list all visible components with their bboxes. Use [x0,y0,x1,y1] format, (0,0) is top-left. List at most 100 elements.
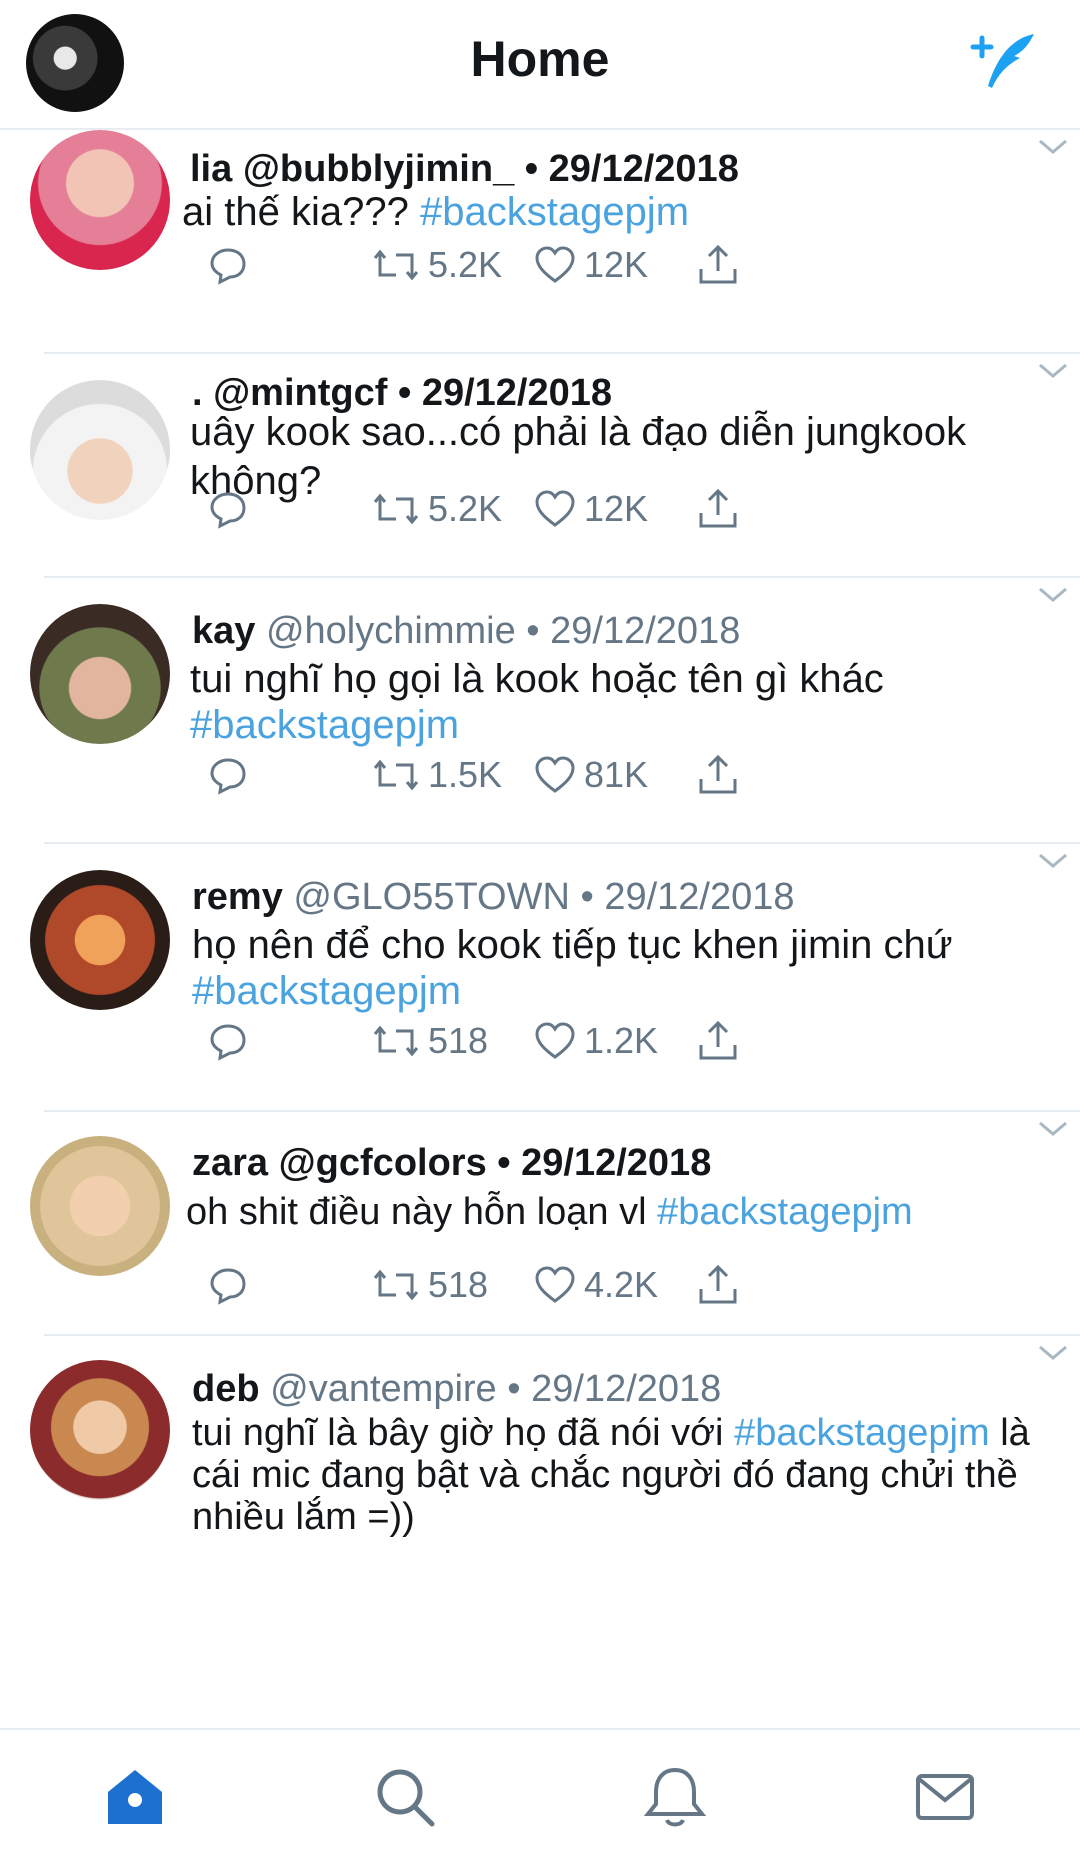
heart-icon [535,1022,575,1059]
hashtag-link[interactable]: #backstagepjm [192,969,461,1013]
heart-icon [535,756,575,793]
tweet[interactable]: . @mintgcf • 29/12/2018 uây kook sao...c… [30,354,1080,578]
like-button[interactable]: 1.2K [534,1016,658,1066]
like-button[interactable]: 12K [534,484,648,534]
share-button[interactable] [696,1016,740,1066]
tweet[interactable]: remy @GLO55TOWN • 29/12/2018 họ nên để c… [30,844,1080,1112]
avatar[interactable] [30,1360,170,1500]
tweet[interactable]: deb @vantempire • 29/12/2018 tui nghĩ là… [30,1336,1080,1538]
tweet-text: ai thế kia??? #backstagepjm [182,188,1070,237]
reply-button[interactable] [208,1260,248,1310]
like-button[interactable]: 81K [534,750,648,800]
hashtag-link[interactable]: #backstagepjm [657,1191,913,1233]
hashtag-link[interactable]: #backstagepjm [190,703,459,747]
tweet-actions: 518 4.2K [188,1260,748,1310]
share-button[interactable] [696,484,740,534]
tweet-date: • 29/12/2018 [580,876,795,918]
chevron-down-icon[interactable] [1038,138,1068,156]
compose-tweet-icon[interactable] [962,24,1042,104]
tweet-actions: 518 1.2K [188,1016,748,1066]
share-button[interactable] [696,1260,740,1310]
retweet-button[interactable]: 5.2K [372,240,502,290]
tweet-text: tui nghĩ họ gọi là kook hoặc tên gì khác… [190,656,1030,748]
heart-icon [535,490,575,527]
display-name[interactable]: lia [190,148,232,190]
display-name[interactable]: zara [192,1142,268,1184]
tweet[interactable]: lia @bubblyjimin_ • 29/12/2018 ai thế ki… [30,130,1080,354]
tweet-body: ai thế kia??? [182,190,409,234]
chevron-down-icon[interactable] [1038,1344,1068,1362]
tweet[interactable]: kay @holychimmie • 29/12/2018 tui nghĩ h… [30,578,1080,844]
retweet-icon [373,759,419,791]
share-button[interactable] [696,240,740,290]
like-count: 12K [584,488,649,529]
username[interactable]: @holychimmie [266,610,516,652]
notifications-icon[interactable] [640,1762,710,1832]
home-icon[interactable] [100,1762,170,1832]
tweet-date: • 29/12/2018 [526,610,741,652]
reply-button[interactable] [208,1016,248,1066]
page-title: Home [470,31,610,87]
display-name[interactable]: deb [192,1368,260,1410]
like-button[interactable]: 4.2K [534,1260,658,1310]
reply-icon [210,492,246,529]
tweet-header: kay @holychimmie • 29/12/2018 [192,610,740,653]
tweet[interactable]: zara @gcfcolors • 29/12/2018 oh shit điề… [30,1112,1080,1336]
tweet-actions: 1.5K 81K [188,750,748,800]
share-icon [699,1264,737,1304]
tweet-text: họ nên để cho kook tiếp tục khen jimin c… [192,922,1030,1014]
chevron-down-icon[interactable] [1038,1120,1068,1138]
tweet-header: deb @vantempire • 29/12/2018 [192,1368,721,1411]
avatar[interactable] [30,1136,170,1276]
reply-button[interactable] [208,484,248,534]
username[interactable]: @GLO55TOWN [293,876,569,918]
retweet-button[interactable]: 518 [372,1016,488,1066]
chevron-down-icon[interactable] [1038,852,1068,870]
tweet-text: tui nghĩ là bây giờ họ đã nói với #backs… [192,1412,1070,1538]
retweet-icon [373,1025,419,1057]
avatar[interactable] [30,870,170,1010]
share-icon [699,244,737,284]
retweet-button[interactable]: 1.5K [372,750,502,800]
username[interactable]: @bubblyjimin_ [243,148,514,190]
share-icon [699,1020,737,1060]
hashtag-link[interactable]: #backstagepjm [734,1412,990,1454]
avatar[interactable] [30,130,170,270]
reply-icon [210,1268,246,1305]
retweet-button[interactable]: 5.2K [372,484,502,534]
chevron-down-icon[interactable] [1038,362,1068,380]
bottom-tab-bar [0,1728,1080,1864]
retweet-count: 518 [428,1020,489,1061]
share-icon [699,754,737,794]
reply-button[interactable] [208,750,248,800]
tweet-date: • 29/12/2018 [507,1368,722,1410]
tweet-body: tui nghĩ là bây giờ họ đã nói với [192,1412,735,1454]
share-button[interactable] [696,750,740,800]
tweet-date: • 29/12/2018 [524,148,739,190]
retweet-count: 518 [428,1264,489,1305]
tweet-body: oh shit điều này hỗn loạn vl [186,1191,658,1233]
reply-icon [210,248,246,285]
like-count: 81K [584,754,649,795]
retweet-icon [373,1269,419,1301]
avatar[interactable] [30,380,170,520]
display-name[interactable]: remy [192,876,283,918]
tweet-text: oh shit điều này hỗn loạn vl #backstagep… [186,1188,1070,1237]
username[interactable]: @gcfcolors [279,1142,487,1184]
like-button[interactable]: 12K [534,240,648,290]
tweet-actions: 5.2K 12K [188,240,748,290]
retweet-button[interactable]: 518 [372,1260,488,1310]
chevron-down-icon[interactable] [1038,586,1068,604]
hashtag-link[interactable]: #backstagepjm [420,190,689,234]
tweet-header: zara @gcfcolors • 29/12/2018 [192,1142,711,1185]
tweet-actions: 5.2K 12K [188,484,748,534]
share-icon [699,488,737,528]
retweet-icon [373,493,419,525]
search-icon[interactable] [370,1762,440,1832]
avatar[interactable] [30,604,170,744]
tweet-body: tui nghĩ họ gọi là kook hoặc tên gì khác [190,657,884,701]
username[interactable]: @vantempire [270,1368,497,1410]
reply-button[interactable] [208,240,248,290]
messages-icon[interactable] [910,1762,980,1832]
display-name[interactable]: kay [192,610,255,652]
